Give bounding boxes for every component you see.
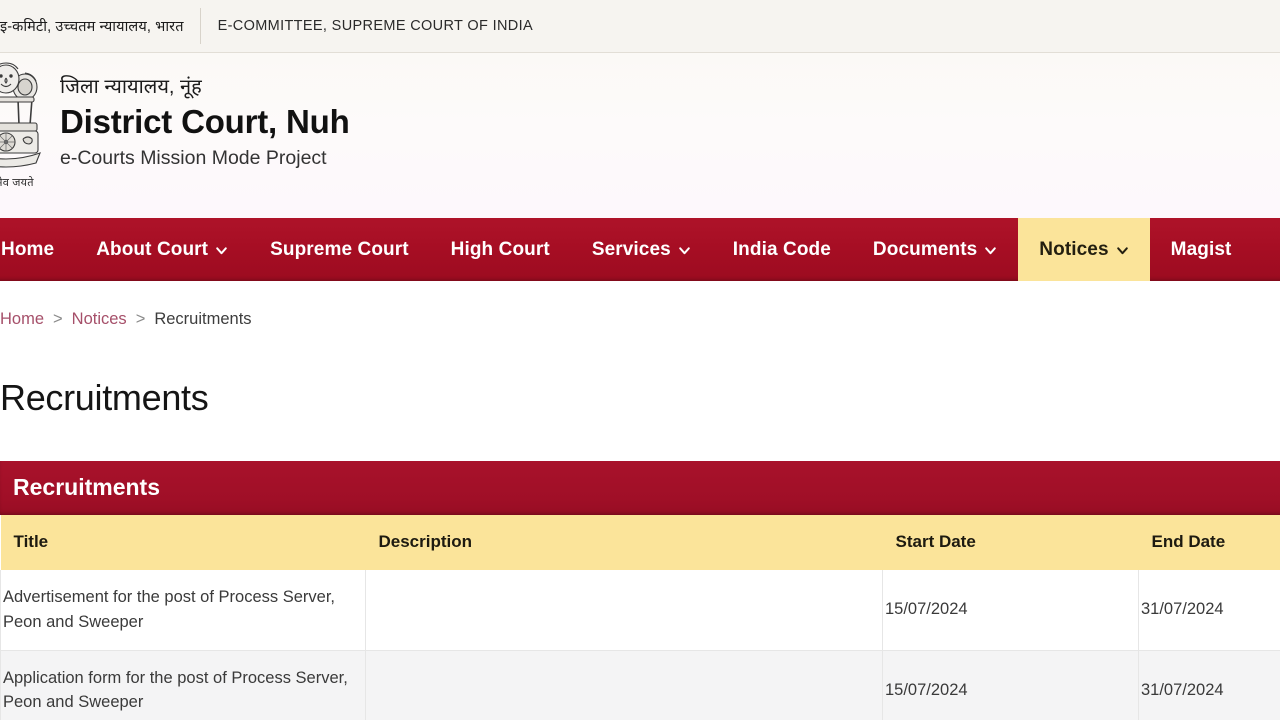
chevron-down-icon — [1116, 244, 1129, 257]
main-navigation: Home About Court Supreme Court High Court Se… — [0, 218, 1280, 281]
cell-start-date: 15/07/2024 — [882, 650, 1139, 720]
table-body: Advertisement for the post of Process Se… — [0, 570, 1280, 720]
cell-start-date: 15/07/2024 — [882, 570, 1139, 651]
nav-item-label: Notices — [1039, 238, 1109, 260]
table-header-row: Title Description Start Date End Date — [0, 515, 1280, 571]
nav-item-label: Home — [1, 238, 55, 260]
nav-item-label: Supreme Court — [270, 238, 409, 260]
emblem-motto: सत्यमेव जयते — [0, 177, 34, 189]
browser-viewport: इ-कमिटी, उच्चतम न्यायालय, भारत E-COMMITT… — [0, 0, 1280, 720]
ecommittee-topbar: इ-कमिटी, उच्चतम न्यायालय, भारत E-COMMITT… — [0, 0, 1280, 53]
chevron-down-icon — [678, 244, 691, 257]
nav-item-services[interactable]: Services — [571, 218, 712, 281]
cell-end-date: 31/07/2024 — [1138, 650, 1280, 720]
cell-description — [365, 650, 883, 720]
page-title: Recruitments — [0, 377, 209, 419]
breadcrumb-home[interactable]: Home — [0, 310, 44, 329]
nav-item-notices[interactable]: Notices — [1018, 218, 1150, 281]
court-name-english: District Court, Nuh — [60, 103, 350, 140]
column-header-title[interactable]: Title — [0, 515, 366, 571]
column-header-end-date[interactable]: End Date — [1138, 515, 1280, 571]
nav-item-label: Services — [591, 238, 671, 260]
nav-item-about-court[interactable]: About Court — [75, 218, 249, 281]
nav-item-label: Documents — [872, 238, 978, 260]
breadcrumb-separator-1: > — [53, 310, 63, 328]
recruitments-table-card: Recruitments Title Description Start Dat… — [0, 461, 1280, 720]
nav-item-india-code[interactable]: India Code — [712, 218, 852, 281]
project-subtitle: e-Courts Mission Mode Project — [60, 146, 327, 169]
nav-item-label: Magist — [1170, 238, 1232, 260]
nav-item-supreme-court[interactable]: Supreme Court — [249, 218, 430, 281]
nav-item-magist[interactable]: Magist — [1150, 218, 1253, 281]
cell-title[interactable]: Advertisement for the post of Process Se… — [0, 570, 366, 651]
nav-item-label: India Code — [732, 238, 831, 260]
table-row[interactable]: Application form for the post of Process… — [0, 650, 1280, 720]
breadcrumb-separator-2: > — [135, 310, 146, 328]
nav-item-label: High Court — [450, 238, 550, 260]
table-row[interactable]: Advertisement for the post of Process Se… — [0, 570, 1280, 651]
national-emblem: सत्यमेव जयते — [0, 59, 42, 190]
recruitments-table: Title Description Start Date End Date Ad… — [0, 515, 1280, 720]
table-caption: Recruitments — [0, 461, 1280, 516]
ecommittee-label-hindi: इ-कमिटी, उच्चतम न्यायालय, भारत — [0, 19, 184, 35]
nav-item-home[interactable]: Home — [0, 218, 75, 281]
breadcrumb-current: Recruitments — [154, 310, 252, 328]
page-content: इ-कमिटी, उच्चतम न्यायालय, भारत E-COMMITT… — [0, 0, 1280, 720]
site-masthead: सत्यमेव जयते जिला न्यायालय, नूंह Distric… — [0, 53, 1280, 218]
cell-description — [365, 570, 883, 651]
table-head: Title Description Start Date End Date — [0, 515, 1280, 571]
nav-item-high-court[interactable]: High Court — [430, 218, 571, 281]
chevron-down-icon — [215, 244, 228, 257]
ashoka-lion-capital-icon — [0, 62, 41, 168]
nav-item-label: About Court — [96, 238, 209, 260]
column-header-description[interactable]: Description — [365, 515, 883, 571]
masthead-titles: जिला न्यायालय, नूंह District Court, Nuh … — [60, 75, 350, 170]
court-name-hindi: जिला न्यायालय, नूंह — [60, 76, 202, 98]
breadcrumb-notices[interactable]: Notices — [72, 310, 127, 329]
column-header-start-date[interactable]: Start Date — [882, 515, 1139, 571]
cell-end-date: 31/07/2024 — [1138, 570, 1280, 651]
breadcrumb: Home > Notices > Recruitments — [0, 281, 1280, 329]
ecommittee-label-english: E-COMMITTEE, SUPREME COURT OF INDIA — [217, 18, 534, 34]
chevron-down-icon — [984, 244, 997, 257]
nav-item-documents[interactable]: Documents — [852, 218, 1018, 281]
cell-title[interactable]: Application form for the post of Process… — [0, 650, 366, 720]
